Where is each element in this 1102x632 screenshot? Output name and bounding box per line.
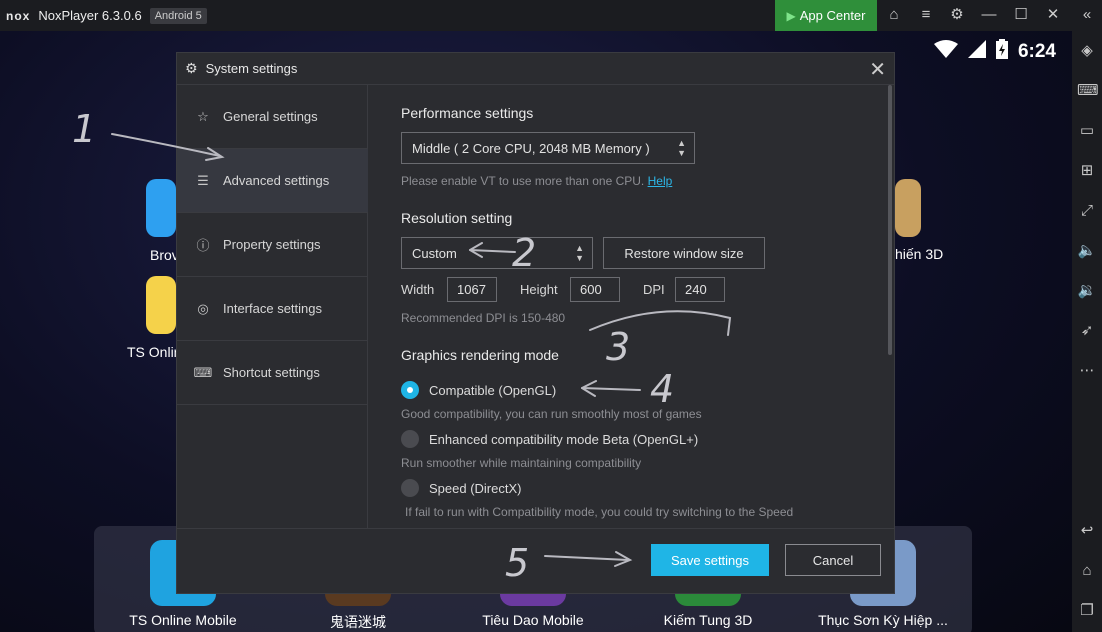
radio-speed-label[interactable]: Speed (DirectX) [429,481,521,496]
radio-enhanced-desc: Run smoother while maintaining compatibi… [401,456,642,470]
performance-heading: Performance settings [401,105,534,121]
restore-window-size-button[interactable]: Restore window size [603,237,765,269]
radio-compatible-label[interactable]: Compatible (OpenGL) [429,383,556,398]
wifi-icon [933,40,958,63]
maximize-icon[interactable]: ☐ [1012,6,1030,24]
signal-icon [967,40,986,63]
clock: 6:24 [1017,40,1056,62]
updown-chevron-icon: ▲ ▼ [677,138,686,158]
settings-nav: ☆ General settings ☰ Advanced settings ⓘ… [177,85,368,528]
dpi-hint: Recommended DPI is 150-480 [401,311,566,325]
nav-item-general[interactable]: ☆ General settings [177,85,368,149]
cancel-button[interactable]: Cancel [785,544,881,576]
app-title: NoxPlayer 6.3.0.6 [38,8,142,23]
radio-speed[interactable] [401,479,419,497]
status-bar: 6:24 [933,39,1056,64]
play-store-icon: ▶ [786,8,796,23]
save-settings-button[interactable]: Save settings [651,544,769,576]
dock-app-label: 鬼语迷城 [330,614,386,630]
screen-icon[interactable]: ▭ [1077,121,1097,141]
height-label: Height [520,282,558,297]
help-link[interactable]: Help [648,174,673,188]
dock-app-label: TS Online Mobile [129,612,237,628]
volume-up-icon[interactable]: 🔈 [1077,241,1097,261]
game-app-icon[interactable] [895,179,921,237]
recent-apps-icon[interactable]: ❐ [1077,601,1097,621]
performance-select-value: Middle ( 2 Core CPU, 2048 MB Memory ) [412,140,650,156]
performance-select[interactable]: Middle ( 2 Core CPU, 2048 MB Memory ) ▲ ▼ [401,132,695,164]
width-input[interactable]: 1067 [447,277,497,302]
star-icon: ☆ [197,108,209,124]
app-center-label: App Center [799,8,866,23]
width-label: Width [401,282,435,297]
shirt-icon[interactable]: ⌂ [885,6,903,24]
radio-compatible-desc: Good compatibility, you can run smoothly… [401,407,702,421]
browser-app-icon[interactable] [146,179,176,237]
dpi-label: DPI [643,282,665,297]
vt-hint: Please enable VT to use more than one CP… [401,174,672,188]
dialog-header: ⚙ System settings ✕ [177,53,894,85]
nav-item-label: Shortcut settings [223,365,320,380]
settings-content: Performance settings Middle ( 2 Core CPU… [369,85,894,528]
content-scrollbar[interactable] [888,85,892,355]
keyboard-icon[interactable]: ⌨ [1077,81,1099,101]
ts-online-app-icon[interactable] [146,276,176,334]
browser-app-label: Brov [150,247,179,263]
palette-icon: ◎ [197,300,209,316]
back-icon[interactable]: ↩ [1077,521,1097,541]
nav-item-interface[interactable]: ◎ Interface settings [177,277,368,341]
nav-item-label: General settings [223,109,318,124]
volume-down-icon[interactable]: 🔉 [1077,281,1097,301]
dock-app-label: Thục Sơn Kỳ Hiệp ... [818,612,948,628]
nav-item-label: Advanced settings [223,173,330,188]
gear-icon[interactable]: ⚙ [948,6,966,24]
home-icon[interactable]: ⌂ [1077,561,1097,581]
dialog-footer: Save settings Cancel [177,528,894,593]
battery-icon [995,39,1008,64]
graphics-heading: Graphics rendering mode [401,347,559,363]
radio-speed-desc: If fail to run with Compatibility mode, … [405,505,794,519]
nav-item-label: Property settings [223,237,321,252]
title-bar: nox NoxPlayer 6.3.0.6 Android 5 ▶ App Ce… [0,0,1102,31]
radio-enhanced[interactable] [401,430,419,448]
multi-drive-icon[interactable]: ◈ [1077,41,1097,61]
nav-item-label: Interface settings [223,301,322,316]
dock-app-label: Kiếm Tung 3D [663,612,753,628]
fullscreen-icon[interactable]: ⤢ [1077,201,1097,221]
radio-enhanced-label[interactable]: Enhanced compatibility mode Beta (OpenGL… [429,432,698,447]
radio-compatible[interactable] [401,381,419,399]
height-input[interactable]: 600 [570,277,620,302]
system-settings-dialog: ⚙ System settings ✕ ☆ General settings ☰… [176,52,895,594]
rocket-icon[interactable]: ➶ [1077,321,1097,341]
keyboard-icon: ⌨ [193,364,213,380]
more-icon[interactable]: ⋯ [1077,361,1097,381]
game-app-label: hiến 3D [895,246,944,262]
tool-sidebar: ◈ ⌨ ▭ ⊞ ⤢ 🔈 🔉 ➶ ⋯ ↩ ⌂ ❐ [1072,31,1102,632]
app-center-button[interactable]: ▶ App Center [775,0,877,31]
apk-install-icon[interactable]: ⊞ [1077,161,1097,181]
nav-item-shortcut[interactable]: ⌨ Shortcut settings [177,341,368,405]
menu-icon[interactable]: ≡ [917,6,935,24]
dialog-title: System settings [205,61,298,76]
resolution-select[interactable]: Custom ▲ ▼ [401,237,593,269]
info-icon: ⓘ [196,238,210,253]
ts-online-app-label: TS Onlin [127,344,182,360]
nox-logo: nox [6,8,31,23]
minimize-icon[interactable]: — [980,6,998,24]
close-icon[interactable]: ✕ [869,57,886,82]
collapse-sidebar-icon[interactable]: « [1078,6,1096,24]
dock-app-label: Tiêu Dao Mobile [482,612,584,628]
resolution-select-value: Custom [412,245,457,261]
vt-hint-text: Please enable VT to use more than one CP… [401,174,645,188]
gear-icon: ⚙ [185,60,198,76]
nav-item-advanced[interactable]: ☰ Advanced settings [177,149,368,213]
dpi-input[interactable]: 240 [675,277,725,302]
android-version-badge: Android 5 [149,7,207,24]
sliders-icon: ☰ [197,172,209,188]
nav-item-property[interactable]: ⓘ Property settings [177,213,368,277]
resolution-heading: Resolution setting [401,210,513,226]
close-icon[interactable]: ✕ [1044,6,1062,24]
updown-chevron-icon: ▲ ▼ [575,243,584,263]
